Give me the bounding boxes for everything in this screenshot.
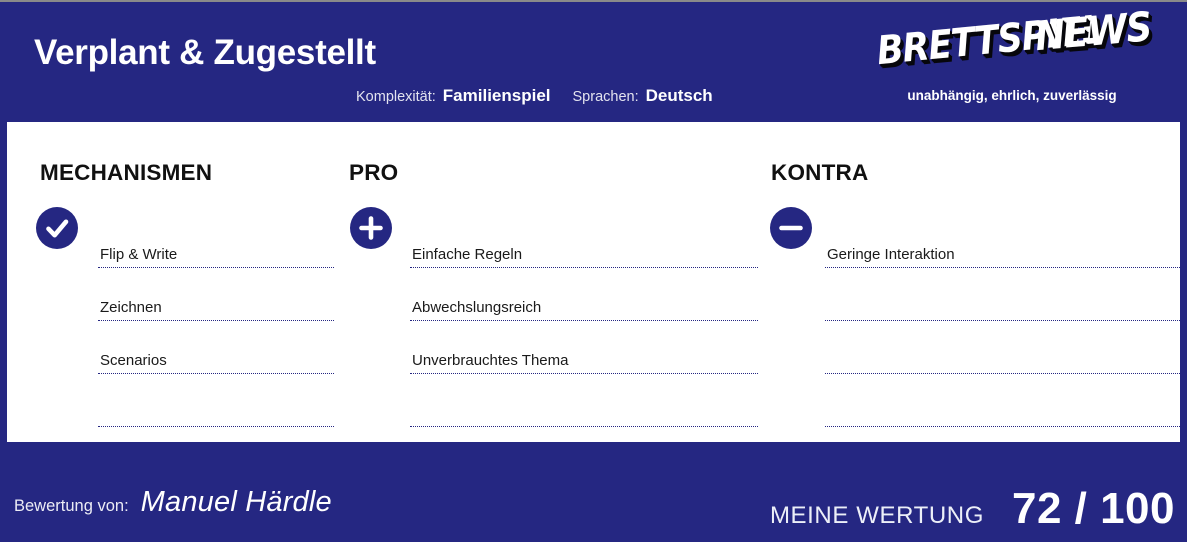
game-meta-row: Komplexität: Familienspiel Sprachen: Deu… <box>356 86 713 106</box>
reviewer-name: Manuel Härdle <box>140 486 332 518</box>
list-item[interactable]: Unverbrauchtes Thema <box>410 321 758 374</box>
column-heading-pro: PRO <box>349 160 399 185</box>
score-label: MEINE WERTUNG <box>769 502 984 529</box>
entry-text: Flip & Write <box>100 246 178 263</box>
list-item[interactable]: Abwechslungsreich <box>410 268 758 321</box>
brettspiel-news-logo: BRETTSPIEL NEWS unabhängig, ehrlich, zuv… <box>875 4 1153 110</box>
sheet-footer: Bewertung von: Manuel Härdle MEINE WERTU… <box>0 442 1187 542</box>
list-item[interactable] <box>98 374 334 427</box>
list-item[interactable] <box>825 374 1180 427</box>
logo-wordmark: BRETTSPIEL NEWS <box>875 4 1153 80</box>
entries-pro: Einfache Regeln Abwechslungsreich Unverb… <box>410 215 758 427</box>
reviewer-label: Bewertung von: <box>14 497 129 515</box>
game-title: Verplant & Zugestellt <box>34 33 376 72</box>
list-item[interactable]: Einfache Regeln <box>410 215 758 268</box>
entry-text: Scenarios <box>100 352 167 369</box>
languages-label: Sprachen: <box>572 89 639 105</box>
complexity-label: Komplexität: <box>356 89 436 105</box>
columns-container: MECHANISMEN Flip & Write Zeichnen Scenar… <box>7 122 1180 442</box>
minus-circle-icon <box>770 207 812 249</box>
entry-text: Unverbrauchtes Thema <box>412 352 569 369</box>
list-item[interactable] <box>825 268 1180 321</box>
list-item[interactable]: Scenarios <box>98 321 334 374</box>
languages-value: Deutsch <box>645 86 713 105</box>
entry-text: Zeichnen <box>100 299 162 316</box>
entry-text: Geringe Interaktion <box>827 246 955 263</box>
list-item[interactable]: Geringe Interaktion <box>825 215 1180 268</box>
review-sheet: Verplant & Zugestellt Komplexität: Famil… <box>0 0 1187 542</box>
entries-kontra: Geringe Interaktion <box>825 215 1180 427</box>
check-circle-icon <box>36 207 78 249</box>
entry-text: Einfache Regeln <box>412 246 523 263</box>
sheet-header: Verplant & Zugestellt Komplexität: Famil… <box>0 4 1187 122</box>
list-item[interactable]: Flip & Write <box>98 215 334 268</box>
content-card: MECHANISMEN Flip & Write Zeichnen Scenar… <box>7 122 1180 442</box>
logo-word-news: NEWS <box>1033 4 1154 61</box>
score-area: MEINE WERTUNG 72 / 100 <box>770 484 1175 534</box>
complexity-value: Familienspiel <box>442 86 551 105</box>
entries-mechanismen: Flip & Write Zeichnen Scenarios <box>98 215 334 427</box>
list-item[interactable] <box>825 321 1180 374</box>
reviewer-credit: Bewertung von: Manuel Härdle <box>14 486 332 519</box>
column-heading-kontra: KONTRA <box>771 160 869 185</box>
list-item[interactable]: Zeichnen <box>98 268 334 321</box>
plus-circle-icon <box>350 207 392 249</box>
score-value: 72 / 100 <box>1011 484 1175 533</box>
column-heading-mechanismen: MECHANISMEN <box>40 160 213 185</box>
logo-tagline: unabhängig, ehrlich, zuverlässig <box>907 88 1117 103</box>
list-item[interactable] <box>410 374 758 427</box>
entry-text: Abwechslungsreich <box>412 299 542 316</box>
